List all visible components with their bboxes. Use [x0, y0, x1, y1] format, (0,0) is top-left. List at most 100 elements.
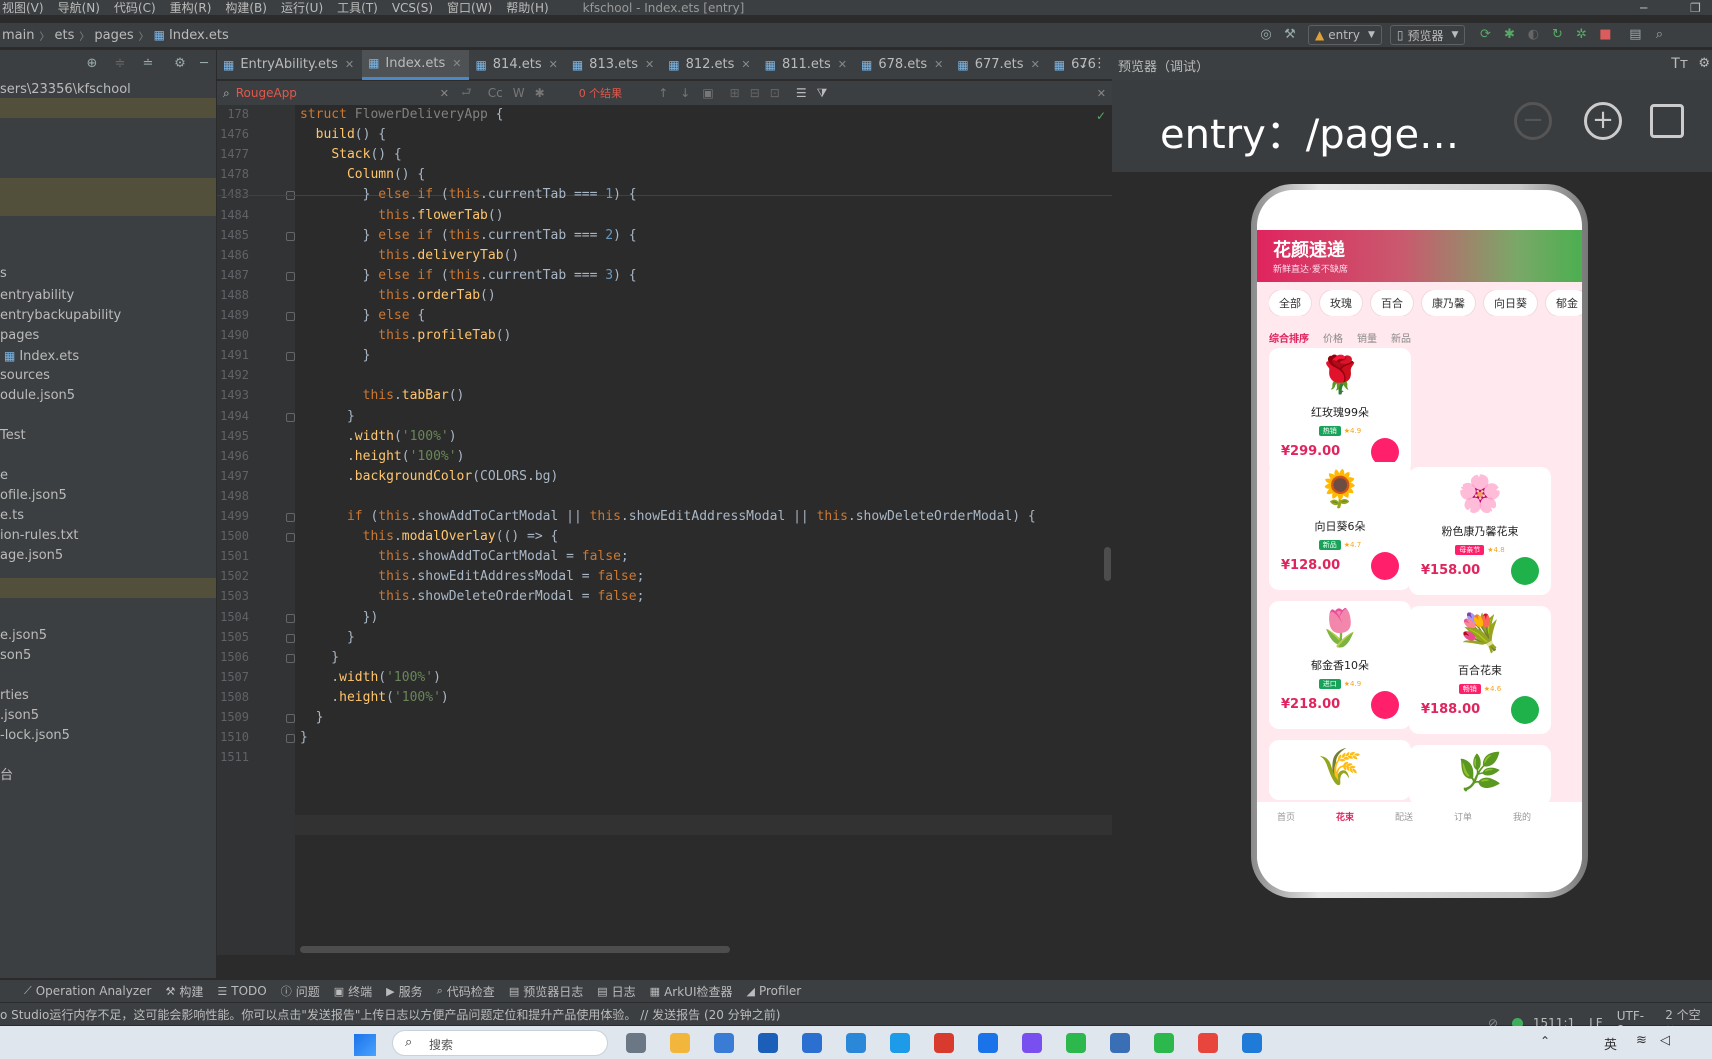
category-pill[interactable]: 康乃馨: [1422, 290, 1475, 316]
menu-item[interactable]: 窗口(W): [447, 1, 492, 15]
phone-screen[interactable]: 花颜速递 新鲜直达·爱不缺席 全部 玫瑰 百合 康乃馨 向日葵 郁金 综合排序 价格 销量 新品…: [1257, 190, 1582, 892]
find-input[interactable]: [235, 86, 436, 100]
tree-item[interactable]: rties: [0, 686, 29, 706]
menu-item[interactable]: 运行(U): [281, 1, 323, 15]
menu-item[interactable]: 工具(T): [337, 1, 378, 15]
tree-item[interactable]: age.json5: [0, 546, 63, 566]
code-line[interactable]: .backgroundColor(COLORS.bg): [300, 469, 558, 484]
tool-window-button[interactable]: ▦ ArkUI检查器: [650, 983, 733, 1000]
fold-marker-icon[interactable]: [286, 412, 295, 422]
previewer-config-select[interactable]: ▯ 预览器 ▼: [1389, 25, 1466, 45]
tab-812-ets[interactable]: ▦ 812.ets ✕: [662, 50, 758, 80]
category-pill[interactable]: 向日葵: [1484, 290, 1537, 316]
calendar-icon[interactable]: [846, 1033, 866, 1053]
product-card[interactable]: 🌷 郁金香10朵 进口 ★4.9 ¥218.00: [1269, 601, 1411, 729]
locate-icon[interactable]: ⊕: [84, 56, 100, 72]
windows-start-icon[interactable]: [354, 1034, 376, 1056]
product-card[interactable]: 🌾: [1269, 740, 1411, 800]
code-line[interactable]: this.orderTab(): [300, 288, 495, 303]
tree-item[interactable]: e.ts: [0, 506, 24, 526]
tab-814-ets[interactable]: ▦ 814.ets ✕: [469, 50, 565, 80]
restore-icon[interactable]: ❐: [1690, 1, 1701, 15]
collapse-all-icon[interactable]: ≐: [140, 56, 156, 72]
tab-677-ets[interactable]: ▦ 677.ets ✕: [951, 50, 1047, 80]
bottom-nav-item[interactable]: 首页: [1277, 810, 1295, 823]
code-line[interactable]: } else {: [300, 308, 426, 323]
status-message[interactable]: o Studio运行内存不足，这可能会影响性能。你可以点击"发送报告"上传日志以…: [0, 1006, 780, 1023]
tree-item[interactable]: ▦ Index.ets: [4, 346, 79, 366]
category-pill[interactable]: 全部: [1269, 290, 1311, 316]
search-icon[interactable]: ⌕: [1651, 27, 1667, 43]
fold-marker-icon[interactable]: [286, 533, 295, 543]
fold-marker-icon[interactable]: [286, 513, 295, 522]
add-occurrence-icon[interactable]: ⊞: [730, 86, 740, 100]
stop-icon[interactable]: ■: [1597, 27, 1613, 43]
tree-item[interactable]: s: [0, 264, 7, 284]
tool-window-button[interactable]: ⚒ 构建: [165, 983, 203, 1000]
code-line[interactable]: Stack() {: [300, 147, 401, 162]
sort-option[interactable]: 销量: [1357, 330, 1377, 345]
more-icon[interactable]: ⋮: [1093, 56, 1106, 71]
code-line[interactable]: } else if (this.currentTab === 2) {: [300, 228, 637, 243]
menu-item[interactable]: 构建(B): [225, 1, 267, 15]
wps-icon[interactable]: [934, 1033, 954, 1053]
tab-813-ets[interactable]: ▦ 813.ets ✕: [566, 50, 662, 80]
close-icon[interactable]: ✕: [549, 58, 558, 71]
tree-item[interactable]: Test: [0, 426, 26, 446]
chevron-down-icon[interactable]: ⌄: [1078, 57, 1088, 71]
fold-marker-icon[interactable]: [286, 352, 295, 362]
close-icon[interactable]: ✕: [1097, 87, 1106, 100]
tree-item[interactable]: -lock.json5: [0, 726, 70, 746]
whole-word-button[interactable]: W: [513, 86, 525, 100]
font-size-icon[interactable]: Tт: [1671, 56, 1688, 72]
tab-EntryAbility-ets[interactable]: ▦ EntryAbility.ets ✕: [217, 50, 362, 80]
category-pill[interactable]: 玫瑰: [1320, 290, 1362, 316]
code-line[interactable]: .width('100%'): [300, 670, 441, 685]
close-icon[interactable]: ✕: [741, 58, 750, 71]
breadcrumb-item[interactable]: Index.ets: [169, 28, 229, 43]
bottom-nav-item[interactable]: 我的: [1513, 810, 1531, 823]
ime-indicator[interactable]: 英: [1604, 1034, 1617, 1053]
code-line[interactable]: struct FlowerDeliveryApp {: [300, 107, 504, 122]
chevron-up-icon[interactable]: ⌃: [1540, 1034, 1550, 1048]
code-line[interactable]: }: [300, 710, 324, 725]
close-icon[interactable]: ✕: [452, 57, 461, 70]
sort-option[interactable]: 新品: [1391, 330, 1411, 345]
menu-item[interactable]: 重构(R): [170, 1, 212, 15]
wifi-icon[interactable]: ≋: [1636, 1033, 1647, 1048]
prev-match-icon[interactable]: ↑: [658, 86, 668, 100]
tool-window-button[interactable]: ⓘ 问题: [281, 983, 320, 1000]
fold-marker-icon[interactable]: [286, 271, 295, 281]
profile-icon[interactable]: ✲: [1573, 27, 1589, 43]
code-line[interactable]: }: [300, 650, 339, 665]
code-line[interactable]: this.modalOverlay(() => {: [300, 529, 559, 544]
taskbar-search-box[interactable]: ⌕ 搜索: [392, 1030, 608, 1056]
menu-item[interactable]: 代码(C): [114, 1, 156, 15]
product-card[interactable]: 🌹 红玫瑰99朵 热销 ★4.9 ¥299.00: [1269, 348, 1411, 474]
debug-icon[interactable]: ✱: [1501, 27, 1517, 43]
tree-item[interactable]: .json5: [0, 706, 39, 726]
code-line[interactable]: this.showAddToCartModal = false;: [300, 549, 628, 564]
add-to-cart-button[interactable]: [1511, 696, 1539, 724]
fold-marker-icon[interactable]: [286, 231, 295, 241]
minimize-icon[interactable]: ─: [1640, 1, 1647, 15]
sync-icon[interactable]: ⟳: [1477, 27, 1493, 43]
tree-item[interactable]: entryability: [0, 286, 74, 306]
bottom-nav-item[interactable]: 花束: [1336, 810, 1354, 823]
tree-item[interactable]: ofile.json5: [0, 486, 67, 506]
store-icon[interactable]: [714, 1033, 734, 1053]
add-to-cart-button[interactable]: [1371, 691, 1399, 719]
tab-811-ets[interactable]: ▦ 811.ets ✕: [759, 50, 855, 80]
hide-icon[interactable]: ─: [196, 56, 212, 72]
filter-lines-icon[interactable]: ☰: [796, 86, 807, 100]
tree-item[interactable]: sources: [0, 366, 50, 386]
select-all-icon[interactable]: ▣: [702, 86, 713, 100]
bottom-nav-item[interactable]: 订单: [1454, 810, 1472, 823]
tool-window-button[interactable]: ▣ 终端: [334, 983, 372, 1000]
tool-window-button[interactable]: ⟋ Operation Analyzer: [24, 984, 151, 998]
gear-icon[interactable]: ⚙: [1698, 56, 1710, 71]
category-pill[interactable]: 百合: [1371, 290, 1413, 316]
code-line[interactable]: }: [300, 730, 308, 745]
product-card[interactable]: 🌿: [1409, 745, 1551, 805]
menu-item[interactable]: 视图(V): [2, 1, 44, 15]
